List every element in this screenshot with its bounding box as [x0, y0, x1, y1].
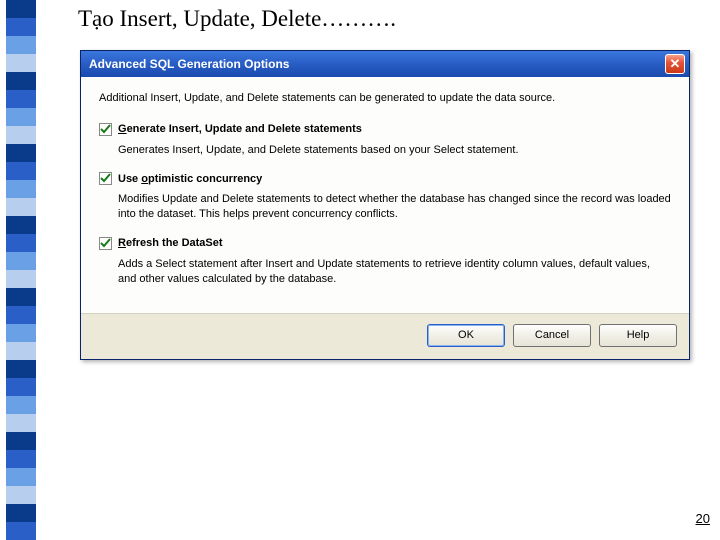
option-generate-statements: Generate Insert, Update and Delete state… — [99, 122, 671, 158]
stripe-segment — [6, 144, 36, 162]
stripe-segment — [6, 180, 36, 198]
stripe-segment — [6, 270, 36, 288]
stripe-segment — [6, 360, 36, 378]
stripe-segment — [6, 486, 36, 504]
option-row: Generate Insert, Update and Delete state… — [99, 122, 671, 137]
label-part: ptimistic concurrency — [148, 173, 262, 185]
side-stripe — [6, 0, 36, 540]
checkmark-icon — [100, 173, 111, 184]
stripe-segment — [6, 234, 36, 252]
option-label: Generate Insert, Update and Delete state… — [118, 122, 362, 137]
option-row: Use optimistic concurrency — [99, 172, 671, 187]
page-number: 20 — [696, 511, 710, 526]
help-button[interactable]: Help — [599, 324, 677, 347]
stripe-segment — [6, 378, 36, 396]
label-accelerator: R — [118, 237, 126, 249]
stripe-segment — [6, 432, 36, 450]
stripe-segment — [6, 396, 36, 414]
dialog-intro-text: Additional Insert, Update, and Delete st… — [99, 91, 671, 106]
option-row: Refresh the DataSet — [99, 236, 671, 251]
stripe-segment — [6, 126, 36, 144]
stripe-segment — [6, 414, 36, 432]
stripe-segment — [6, 468, 36, 486]
close-icon: ✕ — [670, 56, 681, 72]
stripe-segment — [6, 90, 36, 108]
option-refresh-dataset: Refresh the DataSet Adds a Select statem… — [99, 236, 671, 287]
stripe-segment — [6, 252, 36, 270]
stripe-segment — [6, 198, 36, 216]
close-button[interactable]: ✕ — [665, 54, 685, 74]
option-description: Generates Insert, Update, and Delete sta… — [118, 143, 671, 158]
stripe-segment — [6, 36, 36, 54]
label-accelerator: o — [141, 173, 148, 185]
label-part: Use — [118, 173, 141, 185]
dialog-title: Advanced SQL Generation Options — [89, 57, 665, 71]
cancel-button[interactable]: Cancel — [513, 324, 591, 347]
label-part: efresh the DataSet — [126, 237, 223, 249]
stripe-segment — [6, 306, 36, 324]
sql-generation-dialog: Advanced SQL Generation Options ✕ Additi… — [80, 50, 690, 360]
dialog-body: Additional Insert, Update, and Delete st… — [81, 77, 689, 313]
stripe-segment — [6, 0, 36, 18]
dialog-button-row: OK Cancel Help — [81, 313, 689, 359]
stripe-segment — [6, 522, 36, 540]
stripe-segment — [6, 288, 36, 306]
checkbox-optimistic[interactable] — [99, 172, 112, 185]
ok-button[interactable]: OK — [427, 324, 505, 347]
stripe-segment — [6, 504, 36, 522]
checkmark-icon — [100, 238, 111, 249]
stripe-segment — [6, 450, 36, 468]
stripe-segment — [6, 18, 36, 36]
checkbox-refresh[interactable] — [99, 237, 112, 250]
stripe-segment — [6, 216, 36, 234]
option-description: Adds a Select statement after Insert and… — [118, 257, 671, 287]
stripe-segment — [6, 54, 36, 72]
option-label: Use optimistic concurrency — [118, 172, 262, 187]
option-label: Refresh the DataSet — [118, 236, 223, 251]
stripe-segment — [6, 342, 36, 360]
stripe-segment — [6, 162, 36, 180]
dialog-titlebar[interactable]: Advanced SQL Generation Options ✕ — [81, 51, 689, 77]
stripe-segment — [6, 108, 36, 126]
checkbox-generate[interactable] — [99, 123, 112, 136]
label-accelerator: G — [118, 123, 127, 135]
checkmark-icon — [100, 124, 111, 135]
option-optimistic-concurrency: Use optimistic concurrency Modifies Upda… — [99, 172, 671, 223]
stripe-segment — [6, 72, 36, 90]
label-part: enerate Insert, Update and Delete statem… — [127, 123, 362, 135]
slide-title: Tạo Insert, Update, Delete………. — [78, 6, 396, 32]
option-description: Modifies Update and Delete statements to… — [118, 192, 671, 222]
stripe-segment — [6, 324, 36, 342]
